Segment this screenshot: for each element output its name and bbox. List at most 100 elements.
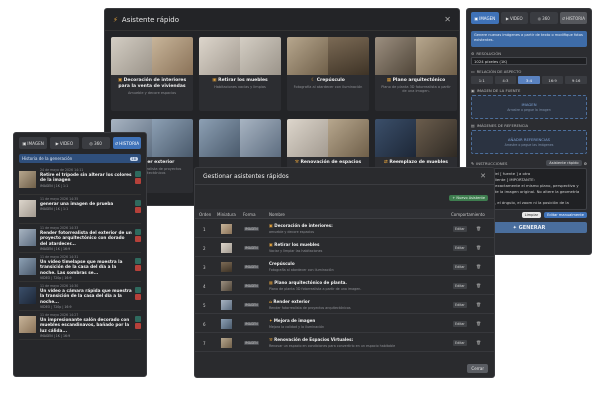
history-thumbnail[interactable] xyxy=(19,316,36,333)
row-thumbnail xyxy=(221,300,232,310)
card-photo xyxy=(111,37,152,75)
edit-button[interactable]: Editar xyxy=(453,226,467,232)
row-thumbnail xyxy=(221,262,232,272)
card-desc: Fotografía al atardecer con iluminación xyxy=(293,84,363,89)
reuse-icon[interactable] xyxy=(135,258,141,264)
tab-360[interactable]: ◎ 360 xyxy=(530,12,558,24)
table-row[interactable]: 3 IMAGEN Crepúsculo Fotografía al atarde… xyxy=(195,258,494,276)
history-item[interactable]: 11 de mayo 2026 14:30 Un vídeo a cámara r… xyxy=(19,282,141,311)
dropzone-title: IMAGEN xyxy=(521,102,537,107)
table-row[interactable]: 6 IMAGEN ✦ Mejora de imagen Mejora la ca… xyxy=(195,315,494,333)
table-row[interactable]: 5 IMAGEN ⌂ Render exterior Render fotorr… xyxy=(195,296,494,314)
tab-label: 360 xyxy=(542,15,550,21)
trash-icon[interactable]: 🗑 xyxy=(476,321,481,326)
history-thumbnail[interactable] xyxy=(19,229,36,246)
row-thumbnail xyxy=(221,243,232,253)
prompt-label: INSTRUCCIONES xyxy=(476,160,508,166)
close-icon[interactable]: ✕ xyxy=(480,172,486,180)
row-desc: Render fotorrealista de proyectos arquit… xyxy=(269,306,351,310)
source-dropzone[interactable]: IMAGEN Arrastre o pegue la imagen xyxy=(471,95,587,119)
panel-tabs: ▣ IMAGEN ▶ VIDEO ◎ 360 ↺ HISTORIA xyxy=(467,9,591,27)
ratio-option-selected[interactable]: 3:4 xyxy=(518,76,540,84)
edit-button[interactable]: Editar xyxy=(453,264,467,270)
history-item[interactable]: 11 de mayo 2026 14:31 Un vídeo timelapse … xyxy=(19,253,141,282)
row-form-badge: IMAGEN xyxy=(244,246,259,250)
reuse-icon[interactable] xyxy=(135,171,141,177)
tab-image[interactable]: ▣ IMAGEN xyxy=(19,137,48,149)
card-photo xyxy=(416,119,457,157)
trash-icon[interactable]: 🗑 xyxy=(476,226,481,231)
reference-dropzone[interactable]: AÑADIR REFERENCIAS Arrastre o pegue las … xyxy=(471,130,587,154)
tab-history[interactable]: ↺ HISTORIA xyxy=(559,12,587,24)
tab-video[interactable]: ▶ VIDEO xyxy=(50,137,79,149)
history-title-text: generar una imagen de prueba xyxy=(40,201,114,206)
delete-icon[interactable] xyxy=(135,178,141,184)
row-thumbnail xyxy=(221,224,232,234)
close-button[interactable]: Cerrar xyxy=(467,364,488,373)
history-item[interactable]: 24 de mayo de 2026 14:11 Retire el trípod… xyxy=(19,166,141,195)
table-row[interactable]: 1 IMAGEN ▣ Decoración de interiores: amu… xyxy=(195,220,494,238)
delete-icon[interactable] xyxy=(135,236,141,242)
history-meta: IMAGEN | 1K | 1:1 xyxy=(40,207,69,212)
history-item[interactable]: 11 de mayo 2026 14:35 generar una imagen … xyxy=(19,195,141,224)
delete-icon[interactable] xyxy=(135,294,141,300)
table-row[interactable]: 4 IMAGEN ▦ Plano arquitectónico de plant… xyxy=(195,277,494,295)
reuse-icon[interactable] xyxy=(135,316,141,322)
trash-icon[interactable]: 🗑 xyxy=(476,245,481,250)
clear-button[interactable]: Limpiar xyxy=(521,212,542,218)
reuse-icon[interactable] xyxy=(135,287,141,293)
ratio-option[interactable]: 16:9 xyxy=(541,76,564,84)
history-header: Historia de la generación 18 xyxy=(19,154,141,163)
row-name: ✦ Mejora de imagen xyxy=(269,318,315,323)
modal-header: ⚡ Asistente rápido ✕ xyxy=(105,9,459,31)
trash-icon[interactable]: 🗑 xyxy=(476,283,481,288)
history-item[interactable]: 11 de mayo 2026 14:27 Un impresionante sa… xyxy=(19,311,141,340)
row-order: 3 xyxy=(203,265,206,270)
table-row[interactable]: 7 IMAGEN ⚒ Renovación de Espacios Virtua… xyxy=(195,334,494,352)
ratio-option[interactable]: 9:16 xyxy=(565,76,587,84)
history-title-text: Un vídeo timelapse que muestra la transi… xyxy=(40,259,123,275)
delete-icon[interactable] xyxy=(135,323,141,329)
history-title-text: Un vídeo a cámara rápida que muestra la … xyxy=(40,288,132,304)
history-thumbnail[interactable] xyxy=(19,287,36,304)
delete-icon[interactable] xyxy=(135,207,141,213)
edit-button[interactable]: Editar xyxy=(453,321,467,327)
close-icon[interactable]: ✕ xyxy=(444,15,451,24)
tab-image[interactable]: ▣ IMAGEN xyxy=(471,12,499,24)
image-icon: ▣ xyxy=(471,88,475,93)
reuse-icon[interactable] xyxy=(135,200,141,206)
assistant-card[interactable]: ▦ Plano arquitectónico Plano de planta 3… xyxy=(375,37,457,111)
quick-assistant-button[interactable]: Asistente rápido xyxy=(546,160,582,166)
history-thumbnail[interactable] xyxy=(19,171,36,188)
card-title: Renovación de espacios xyxy=(300,160,362,165)
edit-manually-button[interactable]: Editar manualmente xyxy=(544,212,587,218)
settings-icon[interactable]: ⚙ xyxy=(584,161,587,166)
card-photo xyxy=(328,37,369,75)
assistant-card[interactable]: ▣ Decoración de interiores para la venta… xyxy=(111,37,193,111)
history-item[interactable]: 11 de mayo 2026 14:33 Render fotorrealist… xyxy=(19,224,141,253)
trash-icon[interactable]: 🗑 xyxy=(476,340,481,345)
table-row[interactable]: 2 IMAGEN ▣ Retirar los muebles Vaciar y … xyxy=(195,239,494,257)
history-thumbnail[interactable] xyxy=(19,258,36,275)
ratio-option[interactable]: 4:3 xyxy=(494,76,517,84)
trash-icon[interactable]: 🗑 xyxy=(476,302,481,307)
history-thumbnail[interactable] xyxy=(19,200,36,217)
globe-icon: ◎ xyxy=(89,140,93,146)
reuse-icon[interactable] xyxy=(135,229,141,235)
tab-history[interactable]: ↺ HISTORIA xyxy=(112,137,141,149)
new-assistant-button[interactable]: + Nuevo Asistente xyxy=(449,195,488,201)
row-form-badge: IMAGEN xyxy=(244,284,259,288)
edit-button[interactable]: Editar xyxy=(453,245,467,251)
tab-video[interactable]: ▶ VIDEO xyxy=(500,12,528,24)
ratio-option[interactable]: 1:1 xyxy=(471,76,493,84)
edit-button[interactable]: Editar xyxy=(453,283,467,289)
edit-button[interactable]: Editar xyxy=(453,302,467,308)
edit-button[interactable]: Editar xyxy=(453,340,467,346)
tab-360[interactable]: ◎ 360 xyxy=(81,137,110,149)
resolution-select[interactable]: 1024 píxeles (1K) xyxy=(471,57,587,65)
tab-label: IMAGEN xyxy=(479,15,496,21)
delete-icon[interactable] xyxy=(135,265,141,271)
assistant-card[interactable]: ☾ Crepúsculo Fotografía al atardecer con… xyxy=(287,37,369,111)
assistant-card[interactable]: ▣ Retirar los muebles Habitaciones vacía… xyxy=(199,37,281,111)
trash-icon[interactable]: 🗑 xyxy=(476,264,481,269)
